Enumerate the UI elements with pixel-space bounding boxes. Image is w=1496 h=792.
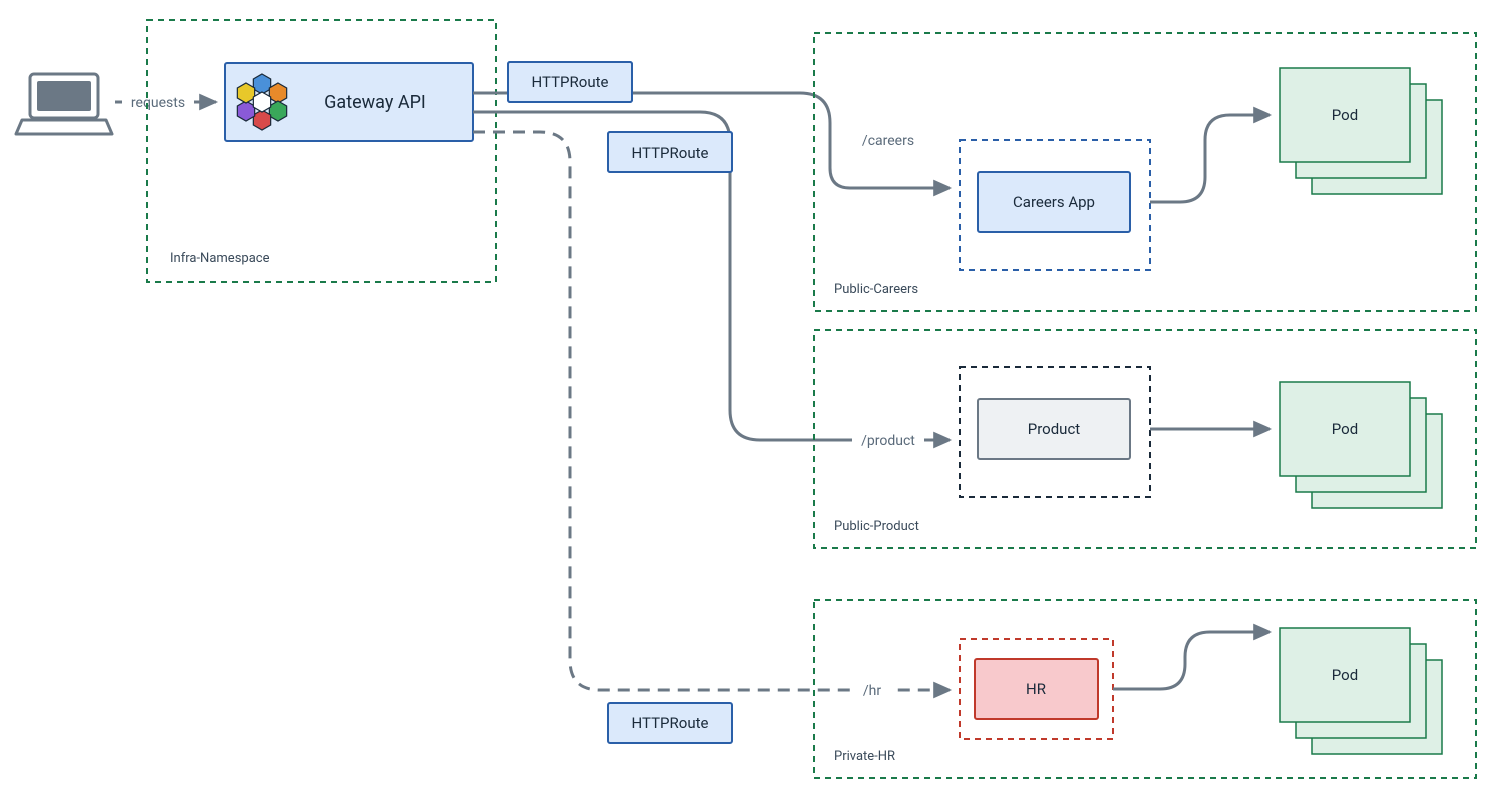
product-pod-label: Pod bbox=[1332, 420, 1358, 438]
svg-text:HTTPRoute: HTTPRoute bbox=[632, 144, 709, 162]
requests-label: requests bbox=[131, 95, 185, 111]
infra-namespace-box bbox=[147, 20, 496, 282]
hr-app-label: HR bbox=[1026, 680, 1046, 698]
careers-to-pod-arrow bbox=[1150, 115, 1270, 202]
hr-pod-label: Pod bbox=[1332, 666, 1358, 684]
hr-pod-stack: Pod bbox=[1280, 628, 1442, 754]
gateway-to-hr-arrow bbox=[473, 132, 950, 690]
hr-path-label: /hr bbox=[863, 683, 881, 699]
architecture-diagram: requests Infra-Namespace Gateway API HTT… bbox=[0, 0, 1496, 792]
product-path-label: /product bbox=[861, 433, 915, 449]
public-careers-label: Public-Careers bbox=[834, 282, 918, 297]
product-pod-stack: Pod bbox=[1280, 382, 1442, 508]
client-laptop-icon bbox=[16, 74, 112, 134]
hr-to-pod-arrow bbox=[1113, 632, 1270, 689]
careers-pod-stack: Pod bbox=[1280, 68, 1442, 194]
careers-path-label: /careers bbox=[862, 133, 914, 149]
careers-pod-label: Pod bbox=[1332, 106, 1358, 124]
careers-app-label: Careers App bbox=[1013, 193, 1095, 211]
svg-text:HTTPRoute: HTTPRoute bbox=[532, 73, 609, 91]
public-product-label: Public-Product bbox=[834, 519, 919, 534]
product-app-label: Product bbox=[1028, 420, 1081, 438]
gateway-api-label: Gateway API bbox=[324, 92, 426, 113]
private-hr-label: Private-HR bbox=[834, 749, 895, 764]
httproute-label-3: HTTPRoute bbox=[632, 714, 709, 732]
infra-namespace-label: Infra-Namespace bbox=[170, 251, 270, 266]
